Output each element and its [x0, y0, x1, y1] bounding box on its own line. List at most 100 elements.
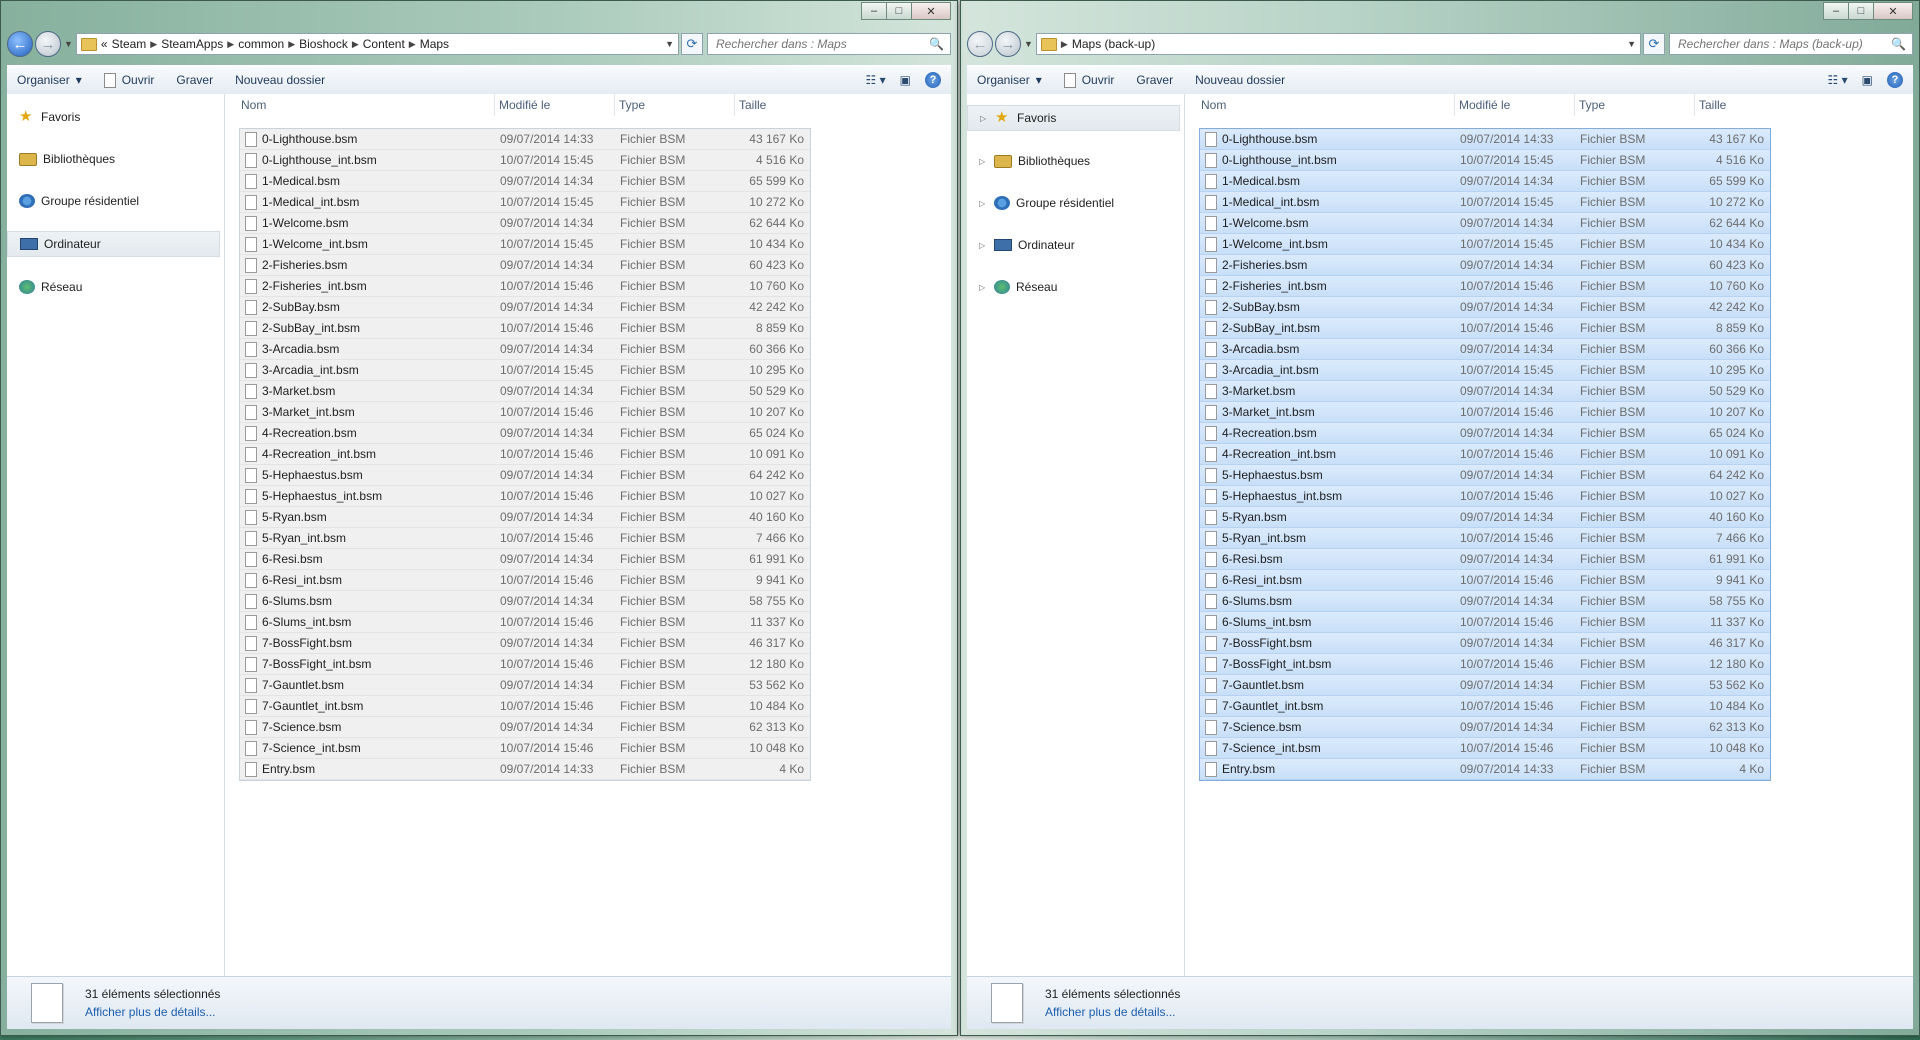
file-name-cell[interactable]: 7-Science.bsm: [240, 719, 496, 735]
forward-arrow-icon[interactable]: →: [35, 31, 61, 57]
file-row[interactable]: 0-Lighthouse.bsm 09/07/2014 14:33 Fichier …: [1200, 129, 1770, 150]
expand-arrow-icon[interactable]: ▷: [980, 114, 989, 123]
file-row[interactable]: 6-Resi.bsm 09/07/2014 14:34 Fichier BSM 61 …: [240, 549, 810, 570]
file-row[interactable]: 5-Ryan_int.bsm 10/07/2014 15:46 Fichier BS…: [240, 528, 810, 549]
file-row[interactable]: 3-Market_int.bsm 10/07/2014 15:46 Fichier …: [240, 402, 810, 423]
organize-button[interactable]: Organiser ▾: [17, 73, 82, 87]
file-name-cell[interactable]: 0-Lighthouse.bsm: [1200, 131, 1456, 147]
breadcrumb-chevron-icon[interactable]: ▶: [227, 39, 234, 50]
show-more-details-link[interactable]: Afficher plus de détails...: [85, 1005, 220, 1019]
file-name-cell[interactable]: 7-BossFight_int.bsm: [1200, 656, 1456, 672]
column-header-modified[interactable]: Modifié le: [495, 94, 615, 116]
breadcrumb-chevron-icon[interactable]: ▶: [409, 39, 416, 50]
file-name-cell[interactable]: 5-Hephaestus.bsm: [240, 467, 496, 483]
file-name-cell[interactable]: Entry.bsm: [240, 761, 496, 777]
address-dropdown-icon[interactable]: ▼: [1627, 39, 1636, 49]
column-header-modified[interactable]: Modifié le: [1455, 94, 1575, 116]
file-row[interactable]: 6-Resi_int.bsm 10/07/2014 15:46 Fichier BS…: [240, 570, 810, 591]
new-folder-button[interactable]: Nouveau dossier: [235, 73, 325, 87]
burn-button[interactable]: Graver: [176, 73, 213, 87]
file-row[interactable]: 1-Welcome.bsm 09/07/2014 14:34 Fichier BSM…: [240, 213, 810, 234]
file-row[interactable]: 6-Slums_int.bsm 10/07/2014 15:46 Fichier B…: [240, 612, 810, 633]
file-name-cell[interactable]: Entry.bsm: [1200, 761, 1456, 777]
file-row[interactable]: 7-Science_int.bsm 10/07/2014 15:46 Fichier…: [240, 738, 810, 759]
file-row[interactable]: 4-Recreation_int.bsm 10/07/2014 15:46 Fich…: [1200, 444, 1770, 465]
file-row[interactable]: 1-Medical_int.bsm 10/07/2014 15:45 Fichier…: [240, 192, 810, 213]
search-input[interactable]: [1676, 36, 1892, 52]
file-name-cell[interactable]: 3-Market_int.bsm: [1200, 404, 1456, 420]
file-name-cell[interactable]: 2-SubBay_int.bsm: [240, 320, 496, 336]
file-row[interactable]: 0-Lighthouse.bsm 09/07/2014 14:33 Fichier …: [240, 129, 810, 150]
file-name-cell[interactable]: 4-Recreation.bsm: [240, 425, 496, 441]
file-row[interactable]: 2-Fisheries_int.bsm 10/07/2014 15:46 Fichi…: [1200, 276, 1770, 297]
file-name-cell[interactable]: 6-Resi.bsm: [240, 551, 496, 567]
refresh-icon[interactable]: ⟳: [681, 33, 703, 55]
breadcrumb-item-steam[interactable]: Steam: [112, 37, 147, 51]
file-name-cell[interactable]: 3-Market.bsm: [240, 383, 496, 399]
nav-item-libraries[interactable]: ▷ Bibliothèques: [967, 149, 1184, 173]
file-row[interactable]: 7-Gauntlet.bsm 09/07/2014 14:34 Fichier BS…: [240, 675, 810, 696]
file-name-cell[interactable]: 7-Gauntlet.bsm: [1200, 677, 1456, 693]
nav-item-network[interactable]: ▷ Réseau: [967, 275, 1184, 299]
nav-item-network[interactable]: Réseau: [7, 275, 224, 299]
file-name-cell[interactable]: 3-Market_int.bsm: [240, 404, 496, 420]
file-row[interactable]: 5-Hephaestus.bsm 09/07/2014 14:34 Fichier …: [240, 465, 810, 486]
file-name-cell[interactable]: 6-Slums.bsm: [240, 593, 496, 609]
file-row[interactable]: 4-Recreation_int.bsm 10/07/2014 15:46 Fich…: [240, 444, 810, 465]
show-more-details-link[interactable]: Afficher plus de détails...: [1045, 1005, 1180, 1019]
back-arrow-icon[interactable]: ←: [967, 31, 993, 57]
file-row[interactable]: 7-Science_int.bsm 10/07/2014 15:46 Fichier…: [1200, 738, 1770, 759]
file-row[interactable]: 6-Resi.bsm 09/07/2014 14:34 Fichier BSM 61 …: [1200, 549, 1770, 570]
file-row[interactable]: 0-Lighthouse_int.bsm 10/07/2014 15:45 Fich…: [1200, 150, 1770, 171]
file-name-cell[interactable]: 5-Ryan_int.bsm: [240, 530, 496, 546]
file-name-cell[interactable]: 2-Fisheries.bsm: [240, 257, 496, 273]
file-name-cell[interactable]: 1-Welcome_int.bsm: [1200, 236, 1456, 252]
column-header-size[interactable]: Taille: [735, 94, 809, 116]
file-row[interactable]: 6-Resi_int.bsm 10/07/2014 15:46 Fichier BS…: [1200, 570, 1770, 591]
file-name-cell[interactable]: 1-Medical.bsm: [1200, 173, 1456, 189]
file-row[interactable]: 7-BossFight_int.bsm 10/07/2014 15:46 Fichi…: [1200, 654, 1770, 675]
file-name-cell[interactable]: 4-Recreation_int.bsm: [240, 446, 496, 462]
address-bar[interactable]: « Steam ▶ SteamApps ▶ common ▶ Bioshock …: [75, 33, 679, 55]
file-name-cell[interactable]: 1-Welcome.bsm: [240, 215, 496, 231]
breadcrumb-item-bioshock[interactable]: Bioshock: [299, 37, 348, 51]
file-name-cell[interactable]: 4-Recreation.bsm: [1200, 425, 1456, 441]
file-name-cell[interactable]: 6-Slums_int.bsm: [240, 614, 496, 630]
file-row[interactable]: 7-BossFight_int.bsm 10/07/2014 15:46 Fichi…: [240, 654, 810, 675]
breadcrumb-chevron-icon[interactable]: ▶: [288, 39, 295, 50]
expand-arrow-icon[interactable]: ▷: [979, 241, 988, 250]
file-row[interactable]: 5-Hephaestus_int.bsm 10/07/2014 15:46 Fich…: [1200, 486, 1770, 507]
breadcrumb-overflow[interactable]: «: [101, 37, 108, 51]
nav-item-computer[interactable]: Ordinateur: [7, 231, 220, 257]
file-row[interactable]: 5-Hephaestus_int.bsm 10/07/2014 15:46 Fich…: [240, 486, 810, 507]
breadcrumb-item-common[interactable]: common: [238, 37, 284, 51]
forward-arrow-icon[interactable]: →: [995, 31, 1021, 57]
open-button[interactable]: Ouvrir: [103, 72, 154, 88]
nav-item-homegroup[interactable]: Groupe résidentiel: [7, 189, 224, 213]
expand-arrow-icon[interactable]: ▷: [979, 199, 988, 208]
file-name-cell[interactable]: 1-Medical_int.bsm: [1200, 194, 1456, 210]
file-row[interactable]: 7-BossFight.bsm 09/07/2014 14:34 Fichier B…: [1200, 633, 1770, 654]
file-row[interactable]: 7-Science.bsm 09/07/2014 14:34 Fichier BSM…: [1200, 717, 1770, 738]
file-row[interactable]: 2-SubBay.bsm 09/07/2014 14:34 Fichier BSM 4…: [240, 297, 810, 318]
recent-pages-dropdown-icon[interactable]: ▼: [1024, 39, 1033, 49]
help-icon[interactable]: ?: [1887, 72, 1903, 88]
file-row[interactable]: 3-Market_int.bsm 10/07/2014 15:46 Fichier …: [1200, 402, 1770, 423]
file-row[interactable]: 1-Welcome.bsm 09/07/2014 14:34 Fichier BSM…: [1200, 213, 1770, 234]
close-button[interactable]: ✕: [1873, 2, 1913, 20]
file-row[interactable]: 6-Slums.bsm 09/07/2014 14:34 Fichier BSM 58…: [240, 591, 810, 612]
breadcrumb-item-steamapps[interactable]: SteamApps: [161, 37, 223, 51]
maximize-button[interactable]: □: [1848, 2, 1874, 20]
file-name-cell[interactable]: 7-Science.bsm: [1200, 719, 1456, 735]
file-name-cell[interactable]: 5-Ryan.bsm: [240, 509, 496, 525]
expand-arrow-icon[interactable]: ▷: [979, 157, 988, 166]
file-name-cell[interactable]: 2-SubBay.bsm: [1200, 299, 1456, 315]
file-row[interactable]: Entry.bsm 09/07/2014 14:33 Fichier BSM 4 Ko: [1200, 759, 1770, 780]
file-row[interactable]: 1-Medical.bsm 09/07/2014 14:34 Fichier BSM…: [240, 171, 810, 192]
file-row[interactable]: 3-Market.bsm 09/07/2014 14:34 Fichier BSM 5…: [1200, 381, 1770, 402]
file-name-cell[interactable]: 5-Hephaestus_int.bsm: [240, 488, 496, 504]
file-row[interactable]: 2-SubBay_int.bsm 10/07/2014 15:46 Fichier …: [240, 318, 810, 339]
file-row[interactable]: 6-Slums.bsm 09/07/2014 14:34 Fichier BSM 58…: [1200, 591, 1770, 612]
column-header-type[interactable]: Type: [615, 94, 735, 116]
file-row[interactable]: 3-Arcadia.bsm 09/07/2014 14:34 Fichier BSM…: [1200, 339, 1770, 360]
